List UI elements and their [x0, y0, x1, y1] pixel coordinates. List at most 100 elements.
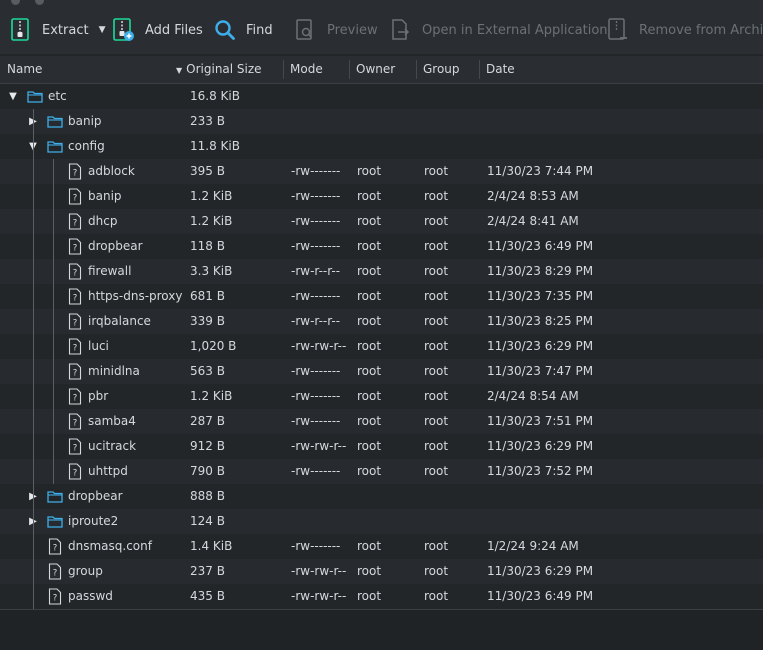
- file-row[interactable]: ? dropbear 118 B -rw------- root root 11/30/23…: [0, 234, 763, 259]
- file-group: root: [424, 289, 449, 303]
- search-icon: [214, 18, 236, 42]
- column-name[interactable]: Name: [7, 56, 42, 83]
- window-control-circle[interactable]: [35, 0, 44, 5]
- file-row[interactable]: ? minidlna 563 B -rw------- root root 11/30/23…: [0, 359, 763, 384]
- sort-descending-icon: ▼: [176, 66, 183, 75]
- file-row[interactable]: ? samba4 287 B -rw------- root root 11/30/23 7…: [0, 409, 763, 434]
- file-mode: -rw-rw-r--: [291, 589, 347, 603]
- folder-row[interactable]: ▶dropbear888 B: [0, 484, 763, 509]
- column-divider[interactable]: [416, 60, 417, 79]
- column-group[interactable]: Group: [423, 56, 460, 83]
- unknown-file-icon: ?: [67, 438, 83, 455]
- folder-icon: [47, 488, 63, 505]
- file-row[interactable]: ? banip 1.2 KiB -rw------- root root 2/4/24 8:…: [0, 184, 763, 209]
- file-size: 1.2 KiB: [190, 214, 233, 228]
- svg-text:?: ?: [73, 344, 78, 354]
- file-name: banip: [68, 114, 102, 128]
- column-date[interactable]: Date: [486, 56, 515, 83]
- unknown-file-icon: ?: [47, 538, 63, 555]
- file-row[interactable]: ? group 237 B -rw-rw-r-- root root 11/30/23 6:…: [0, 559, 763, 584]
- file-size: 237 B: [190, 564, 225, 578]
- column-header: Name ▼ Original Size Mode Owner Group Dat…: [0, 56, 763, 84]
- unknown-file-icon: ?: [67, 288, 83, 305]
- file-name: banip: [88, 189, 122, 203]
- file-row[interactable]: ? adblock 395 B -rw------- root root 11/30/23 …: [0, 159, 763, 184]
- unknown-file-icon: ?: [67, 188, 83, 205]
- open-external-button[interactable]: Open in External Application: [390, 6, 608, 54]
- remove-from-archive-button[interactable]: Remove from Archive: [607, 6, 763, 54]
- svg-text:?: ?: [73, 219, 78, 229]
- folder-icon: [47, 138, 63, 155]
- file-date: 11/30/23 6:29 PM: [487, 339, 594, 353]
- file-row[interactable]: ? firewall 3.3 KiB -rw-r--r-- root root 11/30/…: [0, 259, 763, 284]
- file-group: root: [424, 214, 449, 228]
- svg-text:?: ?: [73, 469, 78, 479]
- chevron-down-icon[interactable]: ▼: [99, 25, 106, 35]
- file-row[interactable]: ? passwd 435 B -rw-rw-r-- root root 11/30/23 6…: [0, 584, 763, 609]
- file-group: root: [424, 364, 449, 378]
- file-group: root: [424, 589, 449, 603]
- add-files-button[interactable]: Add Files: [113, 6, 203, 54]
- file-size: 912 B: [190, 439, 225, 453]
- file-mode: -rw-r--r--: [291, 314, 341, 328]
- file-mode: -rw-------: [291, 214, 341, 228]
- file-owner: root: [357, 339, 382, 353]
- folder-row[interactable]: ▼ etc 16.8 KiB: [0, 84, 763, 109]
- status-area: [0, 609, 763, 650]
- column-divider[interactable]: [479, 60, 480, 79]
- file-row[interactable]: ? luci 1,020 B -rw-rw-r-- root root 11/30/23 6…: [0, 334, 763, 359]
- file-row[interactable]: ? dnsmasq.conf 1.4 KiB -rw------- root root 1/…: [0, 534, 763, 559]
- unknown-file-icon: ?: [67, 363, 83, 380]
- file-row[interactable]: ? ucitrack 912 B -rw-rw-r-- root root 11/30/23…: [0, 434, 763, 459]
- folder-row[interactable]: ▼config11.8 KiB: [0, 134, 763, 159]
- file-group: root: [424, 239, 449, 253]
- svg-text:?: ?: [73, 194, 78, 204]
- folder-icon: [27, 88, 43, 105]
- unknown-file-icon: ?: [67, 238, 83, 255]
- file-row[interactable]: ? uhttpd 790 B -rw------- root root 11/30/23 7…: [0, 459, 763, 484]
- file-row[interactable]: ? dhcp 1.2 KiB -rw------- root root 2/4/24 8:4…: [0, 209, 763, 234]
- column-mode-label: Mode: [290, 62, 323, 76]
- file-row[interactable]: ? https-dns-proxy 681 B -rw------- root root 1…: [0, 284, 763, 309]
- file-date: 11/30/23 7:47 PM: [487, 364, 594, 378]
- preview-button[interactable]: Preview: [295, 6, 378, 54]
- extract-button[interactable]: Extract ▼: [10, 6, 105, 54]
- file-name: pbr: [88, 389, 109, 403]
- file-row[interactable]: ? pbr 1.2 KiB -rw------- root root 2/4/24 8:54…: [0, 384, 763, 409]
- file-date: 11/30/23 7:44 PM: [487, 164, 594, 178]
- column-size[interactable]: ▼ Original Size: [176, 56, 262, 83]
- remove-archive-icon: [607, 18, 629, 42]
- file-size: 1.2 KiB: [190, 189, 233, 203]
- file-mode: -rw-rw-r--: [291, 339, 347, 353]
- file-mode: -rw-------: [291, 289, 341, 303]
- folder-row[interactable]: ▶banip233 B: [0, 109, 763, 134]
- column-divider[interactable]: [349, 60, 350, 79]
- unknown-file-icon: ?: [47, 563, 63, 580]
- file-name: minidlna: [88, 364, 140, 378]
- svg-text:?: ?: [73, 269, 78, 279]
- column-mode[interactable]: Mode: [290, 56, 323, 83]
- file-owner: root: [357, 589, 382, 603]
- file-group: root: [424, 389, 449, 403]
- file-name: dnsmasq.conf: [68, 539, 152, 553]
- file-name: ucitrack: [88, 439, 137, 453]
- open-external-icon: [390, 18, 412, 42]
- svg-text:?: ?: [73, 419, 78, 429]
- file-mode: -rw-------: [291, 389, 341, 403]
- column-owner[interactable]: Owner: [356, 56, 395, 83]
- expand-down-arrow-icon[interactable]: ▼: [7, 90, 19, 102]
- window-control-circle[interactable]: [11, 0, 20, 5]
- file-tree: ▼etc16.8 KiB▶banip233 B▼config11.8 KiB?a…: [0, 84, 763, 609]
- file-row[interactable]: ? irqbalance 339 B -rw-r--r-- root root 11/30/…: [0, 309, 763, 334]
- file-name: https-dns-proxy: [88, 289, 183, 303]
- file-mode: -rw-------: [291, 414, 341, 428]
- find-button[interactable]: Find: [214, 6, 273, 54]
- column-divider[interactable]: [283, 60, 284, 79]
- file-group: root: [424, 339, 449, 353]
- file-mode: -rw-------: [291, 164, 341, 178]
- file-size: 681 B: [190, 289, 225, 303]
- file-size: 287 B: [190, 414, 225, 428]
- file-group: root: [424, 539, 449, 553]
- file-mode: -rw-------: [291, 239, 341, 253]
- folder-row[interactable]: ▶iproute2124 B: [0, 509, 763, 534]
